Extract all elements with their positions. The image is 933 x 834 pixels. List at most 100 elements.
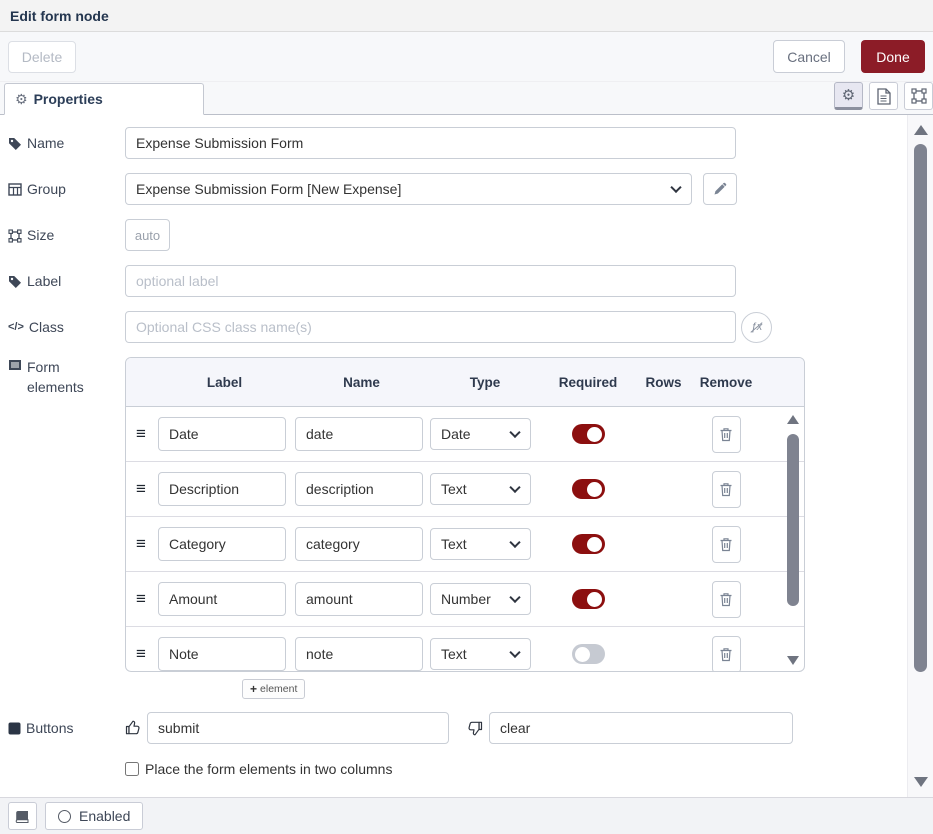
form-elements-table: Label Name Type Required Rows Remove ≡ D… xyxy=(125,357,805,672)
drag-handle[interactable]: ≡ xyxy=(126,589,156,609)
clear-group xyxy=(467,712,793,744)
label-row: Label xyxy=(8,265,933,297)
size-label-group: Size xyxy=(8,227,125,243)
required-toggle[interactable] xyxy=(572,589,605,609)
tag-icon xyxy=(8,275,22,289)
remove-element-button[interactable] xyxy=(712,471,741,508)
remove-element-button[interactable] xyxy=(712,526,741,563)
required-toggle[interactable] xyxy=(572,424,605,444)
scroll-down-arrow[interactable] xyxy=(914,777,928,787)
form-element-row: ≡ Date xyxy=(126,407,804,462)
element-label-input[interactable] xyxy=(158,637,286,671)
dialog-footer: Enabled xyxy=(0,797,933,834)
remove-element-button[interactable] xyxy=(712,581,741,618)
element-type-select[interactable]: Text xyxy=(430,528,531,560)
two-columns-checkbox[interactable] xyxy=(125,762,139,776)
drag-handle[interactable]: ≡ xyxy=(126,534,156,554)
docs-button[interactable] xyxy=(8,802,37,830)
two-columns-row: Place the form elements in two columns xyxy=(125,761,933,777)
drag-handle[interactable]: ≡ xyxy=(126,479,156,499)
name-input[interactable] xyxy=(125,127,736,159)
element-name-input[interactable] xyxy=(295,527,423,561)
elements-table-header: Label Name Type Required Rows Remove xyxy=(126,358,804,407)
name-label-group: Name xyxy=(8,135,125,151)
node-properties-button[interactable]: ⚙ xyxy=(834,82,863,110)
node-enabled-button[interactable]: Enabled xyxy=(45,802,143,830)
dialog-title: Edit form node xyxy=(10,8,109,24)
panel-scrollbar[interactable] xyxy=(907,115,933,797)
drag-handle[interactable]: ≡ xyxy=(126,644,156,664)
size-auto-button[interactable]: auto xyxy=(125,219,170,251)
frame-selection-icon xyxy=(911,88,927,104)
element-type-select[interactable]: Date xyxy=(430,418,531,450)
label-label-group: Label xyxy=(8,273,125,289)
drag-handle[interactable]: ≡ xyxy=(126,424,156,444)
table-scrollbar[interactable] xyxy=(785,411,801,667)
book-icon xyxy=(15,809,30,823)
required-toggle[interactable] xyxy=(572,644,605,664)
element-name-input[interactable] xyxy=(295,417,423,451)
scrollbar-thumb[interactable] xyxy=(787,434,799,606)
optional-label-input[interactable] xyxy=(125,265,736,297)
class-label-group: </> Class xyxy=(8,319,125,335)
code-icon: </> xyxy=(8,321,24,333)
form-element-row: ≡ Number xyxy=(126,572,804,627)
remove-element-button[interactable] xyxy=(712,416,741,453)
tab-properties-label: Properties xyxy=(34,91,103,107)
edit-group-button[interactable] xyxy=(703,173,737,205)
name-label: Name xyxy=(27,135,64,151)
element-label-input[interactable] xyxy=(158,527,286,561)
scrollbar-thumb[interactable] xyxy=(914,144,927,672)
type-select-wrap: Text xyxy=(430,528,531,560)
thumbs-up-icon xyxy=(125,720,141,736)
thumbs-down-icon xyxy=(467,720,483,736)
clear-button-text-input[interactable] xyxy=(489,712,793,744)
remove-element-button[interactable] xyxy=(712,636,741,672)
required-toggle[interactable] xyxy=(572,479,605,499)
css-class-input[interactable] xyxy=(125,311,736,343)
form-element-row: ≡ Text xyxy=(126,462,804,517)
group-label: Group xyxy=(27,181,66,197)
element-name-input[interactable] xyxy=(295,637,423,671)
element-name-input[interactable] xyxy=(295,472,423,506)
col-header-name: Name xyxy=(293,375,430,390)
plus-icon: + xyxy=(250,682,257,696)
action-bar: Delete Cancel Done xyxy=(0,32,933,82)
gear-icon: ⚙ xyxy=(842,86,855,104)
element-type-select[interactable]: Text xyxy=(430,638,531,670)
group-select[interactable]: Expense Submission Form [New Expense] xyxy=(125,173,692,205)
element-type-select[interactable]: Number xyxy=(430,583,531,615)
class-label: Class xyxy=(29,319,64,335)
two-columns-label[interactable]: Place the form elements in two columns xyxy=(145,761,392,777)
gear-icon: ⚙ xyxy=(15,91,28,108)
add-element-button[interactable]: +element xyxy=(242,679,305,699)
element-type-select[interactable]: Text xyxy=(430,473,531,505)
name-row: Name xyxy=(8,127,933,159)
node-appearance-button[interactable] xyxy=(904,82,933,110)
tab-properties[interactable]: ⚙ Properties xyxy=(4,83,204,115)
scroll-up-arrow[interactable] xyxy=(914,125,928,135)
col-header-rows: Rows xyxy=(636,375,691,390)
scroll-down-arrow[interactable] xyxy=(787,656,799,665)
element-label-input[interactable] xyxy=(158,582,286,616)
element-name-input[interactable] xyxy=(295,582,423,616)
buttons-label-group: Buttons xyxy=(8,720,125,736)
scroll-up-arrow[interactable] xyxy=(787,415,799,424)
document-icon xyxy=(876,88,891,105)
col-header-type: Type xyxy=(430,375,540,390)
element-label-input[interactable] xyxy=(158,417,286,451)
dynamic-class-fx-button[interactable]: ƒx xyxy=(741,312,772,343)
trash-icon xyxy=(719,647,733,662)
form-elements-row: Form elements Label Name Type Required R… xyxy=(8,357,933,699)
node-description-button[interactable] xyxy=(869,82,898,110)
cancel-button[interactable]: Cancel xyxy=(773,40,845,73)
done-button[interactable]: Done xyxy=(861,40,925,73)
element-label-input[interactable] xyxy=(158,472,286,506)
delete-button[interactable]: Delete xyxy=(8,41,76,73)
button-square-icon xyxy=(8,722,21,735)
tag-icon xyxy=(8,137,22,151)
group-label-group: Group xyxy=(8,181,125,197)
submit-button-text-input[interactable] xyxy=(147,712,449,744)
trash-icon xyxy=(719,482,733,497)
required-toggle[interactable] xyxy=(572,534,605,554)
